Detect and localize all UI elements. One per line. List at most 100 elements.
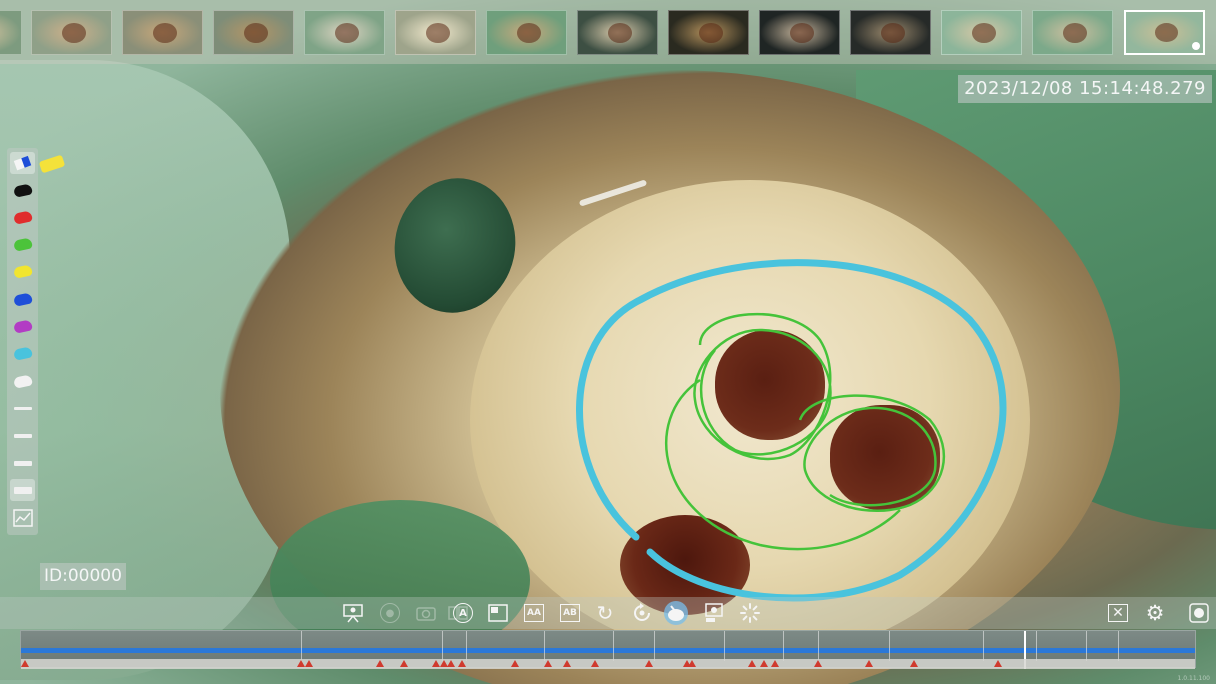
color-swatch-icon	[12, 210, 33, 225]
bookmark-marker[interactable]	[760, 660, 769, 667]
segment-tick	[544, 631, 546, 661]
close-view-button[interactable]: ✕	[1106, 601, 1130, 625]
thumbnail[interactable]	[486, 10, 567, 55]
thumbnail-strip	[0, 0, 1216, 64]
drawing-palette	[7, 148, 38, 535]
palette-color[interactable]	[10, 288, 35, 310]
compare-aa-button[interactable]: AA	[522, 601, 546, 625]
compare-ab-icon: AB	[560, 604, 580, 622]
thumbnail-preview	[335, 23, 359, 43]
thumbnail[interactable]	[759, 10, 840, 55]
settings-icon: ⚙	[1145, 601, 1165, 625]
thumbnail[interactable]	[577, 10, 658, 55]
annotation-ring	[576, 259, 1007, 602]
stop-icon	[1189, 603, 1209, 623]
bookmark-marker[interactable]	[909, 660, 918, 667]
color-swatch-icon	[12, 182, 33, 198]
palette-color[interactable]	[10, 316, 35, 338]
segment-tick	[783, 631, 785, 661]
bookmark-marker[interactable]	[688, 660, 697, 667]
picture-in-picture-button[interactable]	[486, 601, 510, 625]
bookmark-marker[interactable]	[994, 660, 1003, 667]
pen-mode-button[interactable]	[664, 601, 688, 625]
compare-aa-icon: AA	[524, 604, 544, 622]
compare-ab-button[interactable]: AB	[558, 601, 582, 625]
thumbnail-preview	[517, 23, 541, 43]
thumbnail[interactable]	[304, 10, 385, 55]
thumbnail-preview	[1063, 23, 1087, 43]
thumbnail-preview	[881, 23, 905, 43]
palette-color[interactable]	[10, 370, 35, 392]
palette-color[interactable]	[10, 234, 35, 256]
pen-mode-icon	[668, 605, 684, 621]
replay-button[interactable]	[630, 601, 654, 625]
bookmark-marker[interactable]	[400, 660, 409, 667]
bookmark-marker[interactable]	[510, 660, 519, 667]
rotate-button[interactable]: ↻	[593, 601, 617, 625]
bookmark-marker[interactable]	[458, 660, 466, 667]
line-width-option[interactable]	[10, 479, 35, 502]
thumbnail[interactable]	[213, 10, 294, 55]
segment-tick	[612, 631, 614, 661]
bookmark-marker[interactable]	[447, 660, 456, 667]
bookmark-marker[interactable]	[305, 660, 314, 667]
segment-tick	[982, 631, 984, 661]
pen-tool[interactable]	[10, 152, 35, 174]
presenter-button[interactable]	[341, 601, 365, 625]
segment-tick	[1086, 631, 1088, 661]
bookmark-marker[interactable]	[562, 660, 571, 667]
record-button[interactable]: ●	[378, 601, 402, 625]
bookmark-marker[interactable]	[543, 660, 552, 667]
settings-button[interactable]: ⚙	[1143, 601, 1167, 625]
segment-tick	[465, 631, 467, 661]
camera-icon	[416, 607, 436, 621]
thumbnail[interactable]	[0, 10, 22, 55]
palette-color[interactable]	[10, 206, 35, 228]
loading-icon	[740, 603, 760, 623]
thumbnail-preview	[426, 23, 450, 43]
bookmark-marker[interactable]	[814, 660, 823, 667]
auto-button[interactable]: A	[451, 601, 475, 625]
line-width-icon	[13, 433, 32, 438]
stop-button[interactable]	[1187, 601, 1211, 625]
line-width-option[interactable]	[10, 452, 35, 474]
thumbnail-preview	[62, 23, 86, 43]
bookmark-marker[interactable]	[296, 660, 305, 667]
segment-tick	[442, 631, 443, 661]
color-swatch-icon	[12, 264, 33, 280]
bookmark-marker[interactable]	[20, 660, 29, 667]
thumbnail[interactable]	[668, 10, 749, 55]
graph-tool[interactable]	[10, 507, 35, 529]
line-width-icon	[13, 486, 32, 494]
thumbnail[interactable]	[850, 10, 931, 55]
line-width-option[interactable]	[10, 425, 35, 447]
bookmark-marker[interactable]	[590, 660, 599, 667]
close-icon: ✕	[1108, 604, 1128, 622]
thumbnail[interactable]	[1032, 10, 1113, 55]
segment-tick	[653, 631, 655, 661]
palette-color[interactable]	[10, 343, 35, 365]
snapshot-button[interactable]	[702, 601, 726, 625]
palette-color[interactable]	[10, 261, 35, 283]
line-width-option[interactable]	[10, 397, 35, 419]
palette-color[interactable]	[10, 179, 35, 201]
bookmark-marker[interactable]	[375, 660, 384, 667]
timeline-scrubber[interactable]	[20, 630, 1196, 669]
presenter-icon	[343, 604, 363, 623]
bookmark-marker[interactable]	[748, 660, 757, 667]
line-width-icon	[13, 460, 32, 466]
bookmark-marker[interactable]	[864, 660, 873, 667]
segment-tick	[888, 631, 890, 661]
segment-tick	[1035, 631, 1037, 661]
thumbnail[interactable]	[31, 10, 112, 55]
thumbnail[interactable]	[122, 10, 203, 55]
auto-icon: A	[453, 603, 473, 623]
thumbnail-preview	[608, 23, 632, 43]
bookmark-marker[interactable]	[644, 660, 653, 667]
thumbnail[interactable]	[1124, 10, 1205, 55]
camera-button[interactable]	[414, 601, 438, 625]
thumbnail[interactable]	[941, 10, 1022, 55]
bookmark-marker[interactable]	[432, 660, 441, 667]
thumbnail[interactable]	[395, 10, 476, 55]
bookmark-marker[interactable]	[770, 660, 779, 667]
